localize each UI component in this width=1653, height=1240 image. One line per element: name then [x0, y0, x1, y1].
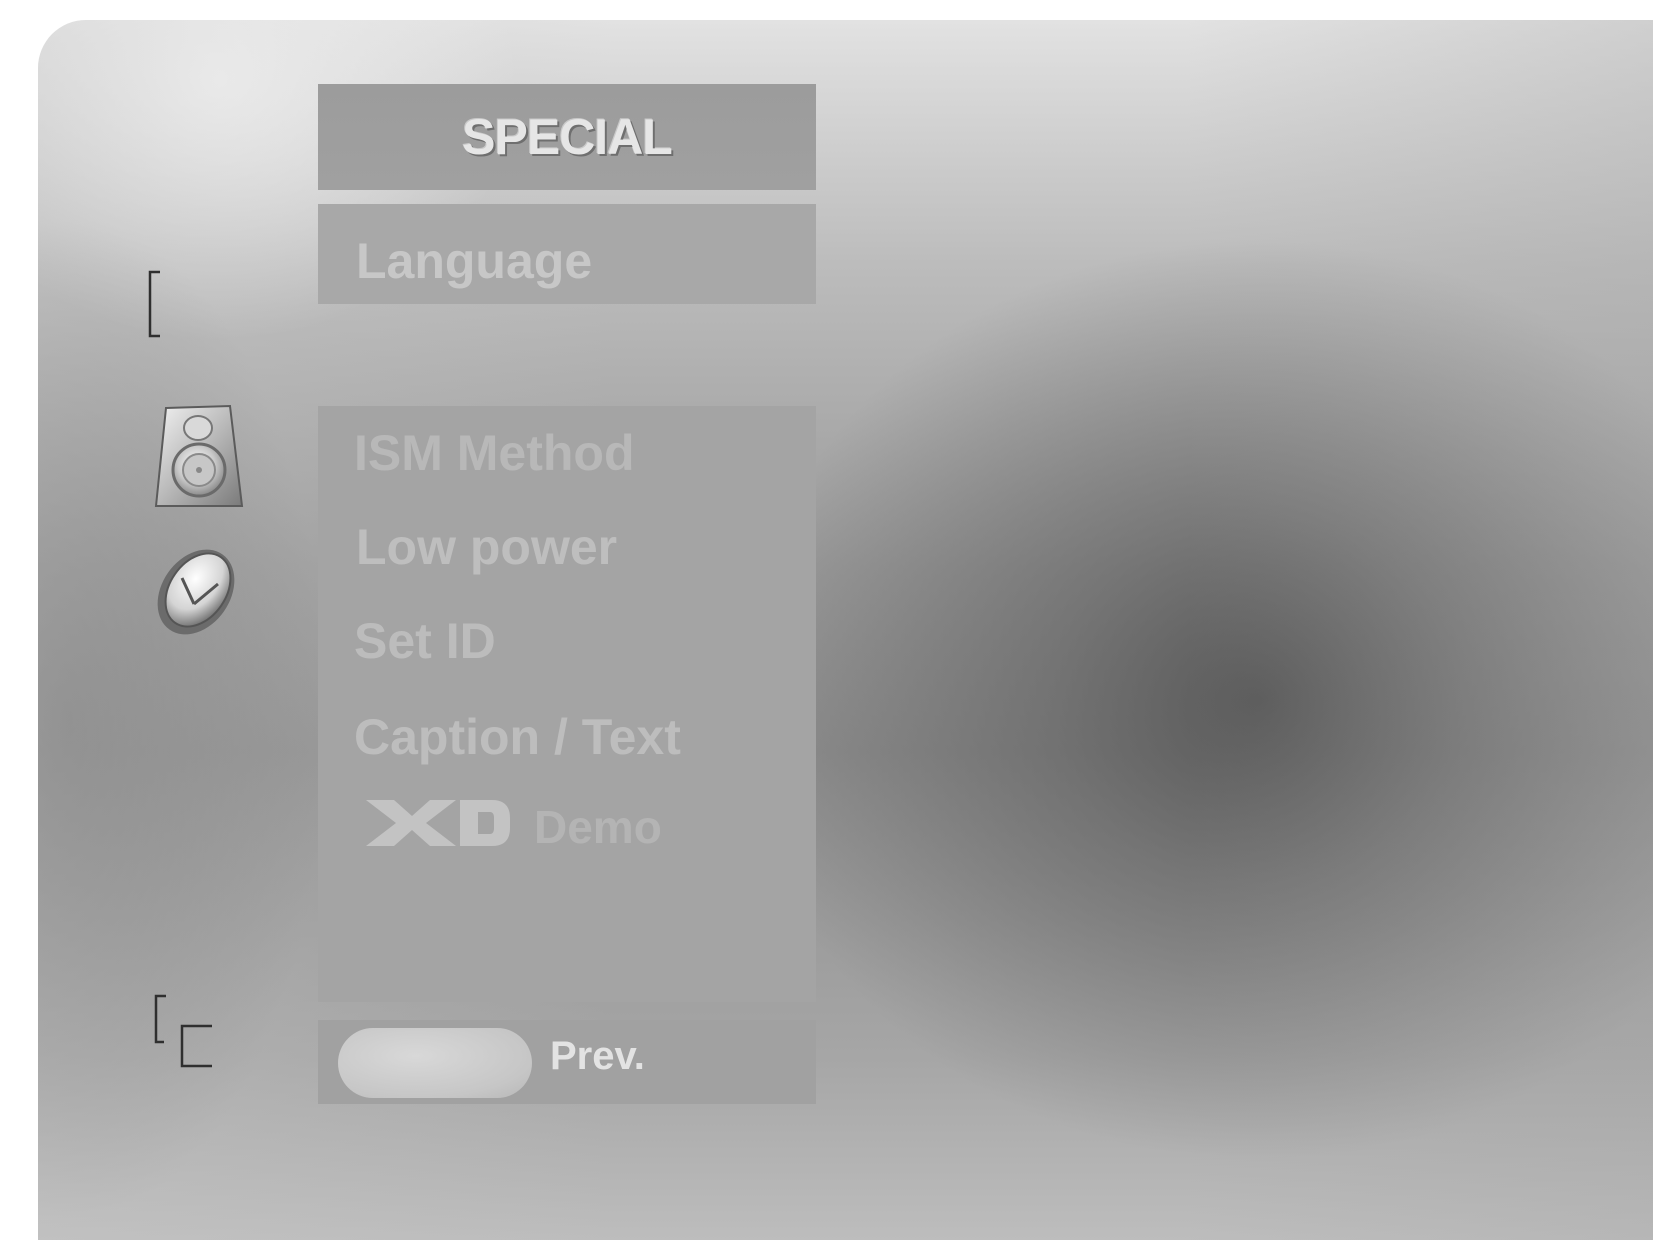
- bracket-marker-icon: [148, 270, 160, 338]
- prev-label: Prev.: [550, 1034, 645, 1078]
- prev-button[interactable]: [338, 1028, 532, 1098]
- menu-item-language[interactable]: Language: [318, 204, 816, 304]
- menu-list: ISM Method Low power Set ID Caption / Te…: [318, 406, 816, 1002]
- menu-item-low-power[interactable]: Low power: [356, 518, 617, 576]
- menu-header: SPECIAL: [318, 84, 816, 190]
- corner-brackets-icon: [154, 994, 212, 1068]
- menu-item-language-label: Language: [356, 233, 593, 289]
- menu-item-xd-demo[interactable]: Demo: [534, 800, 662, 854]
- clock-icon[interactable]: [146, 544, 248, 640]
- menu-item-ism-method[interactable]: ISM Method: [354, 424, 635, 482]
- tv-screen: [38, 20, 1653, 1240]
- menu-item-set-id[interactable]: Set ID: [354, 612, 496, 670]
- menu-item-caption-text[interactable]: Caption / Text: [354, 708, 681, 766]
- speaker-icon[interactable]: [152, 404, 246, 510]
- xd-logo-icon: [366, 800, 510, 846]
- menu-footer: Prev.: [318, 1020, 816, 1104]
- menu-title: SPECIAL: [462, 109, 673, 165]
